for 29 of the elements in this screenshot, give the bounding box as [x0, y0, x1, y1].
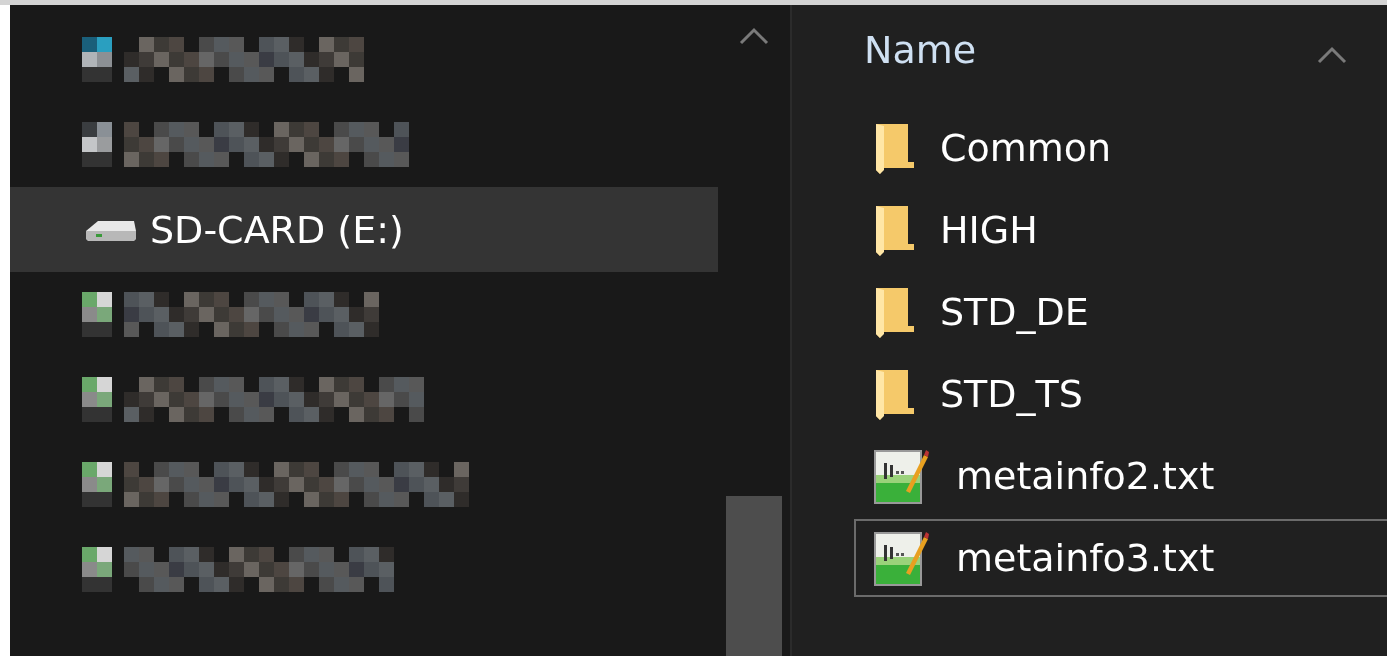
nav-item[interactable]: SD-CARD (E:) [10, 187, 718, 272]
device-icon [82, 292, 112, 337]
file-name: metainfo2.txt [956, 454, 1215, 498]
column-header[interactable]: Name [864, 28, 977, 72]
file-row[interactable]: STD_DE [854, 273, 1387, 351]
file-name: HIGH [940, 208, 1038, 252]
file-name: metainfo3.txt [956, 536, 1215, 580]
file-row[interactable]: STD_TS [854, 355, 1387, 433]
sort-ascending-icon[interactable] [1317, 46, 1347, 64]
file-row[interactable]: metainfo2.txt [854, 437, 1387, 515]
file-row[interactable]: metainfo3.txt [854, 519, 1387, 597]
folder-icon [874, 122, 914, 174]
file-name: Common [940, 126, 1112, 170]
text-file-icon [874, 529, 930, 587]
file-row[interactable]: Common [854, 109, 1387, 187]
scrollbar-thumb[interactable] [726, 496, 782, 656]
file-row[interactable]: HIGH [854, 191, 1387, 269]
file-name: STD_TS [940, 372, 1083, 416]
device-icon [82, 547, 112, 592]
scroll-up-icon[interactable] [739, 27, 769, 45]
device-icon [82, 377, 112, 422]
device-icon [82, 462, 112, 507]
folder-icon [874, 286, 914, 338]
folder-icon [874, 368, 914, 420]
text-file-icon [874, 447, 930, 505]
folder-icon [874, 204, 914, 256]
device-icon [82, 122, 112, 167]
device-icon [82, 37, 112, 82]
file-name: STD_DE [940, 290, 1089, 334]
